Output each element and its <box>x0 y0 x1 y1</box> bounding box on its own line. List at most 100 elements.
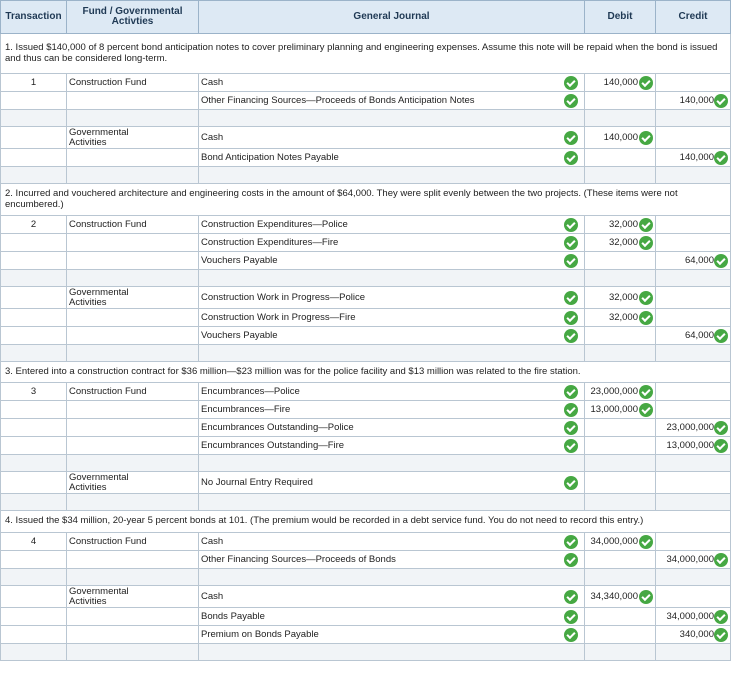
credit-field[interactable] <box>655 287 731 308</box>
account-field[interactable]: Bonds Payable <box>198 608 561 625</box>
journal-table: Transaction Fund / Governmental Activtie… <box>0 0 731 696</box>
cell-d <box>584 455 656 471</box>
credit-field[interactable] <box>655 472 731 493</box>
account-check-icon <box>564 439 578 453</box>
cell-t <box>0 167 67 183</box>
journal-row: 2 Construction Fund Construction Expenditu… <box>0 216 731 234</box>
cell-f <box>66 149 199 166</box>
account-field[interactable]: Cash <box>198 533 561 550</box>
debit-field[interactable] <box>584 419 656 436</box>
credit-field[interactable] <box>655 309 731 326</box>
credit-field[interactable] <box>655 234 731 251</box>
transaction-number <box>0 472 67 493</box>
account-field[interactable]: Cash <box>198 127 561 148</box>
debit-field[interactable] <box>584 437 656 454</box>
account-field[interactable]: Encumbrances—Fire <box>198 401 561 418</box>
account-check-icon <box>564 421 578 435</box>
account-field[interactable]: Cash <box>198 74 561 91</box>
credit-field[interactable] <box>655 533 731 550</box>
account-check-icon <box>564 590 578 604</box>
cell-t <box>0 644 67 660</box>
credit-field[interactable] <box>655 383 731 400</box>
cell-j <box>198 110 585 126</box>
account-field[interactable]: Vouchers Payable <box>198 327 561 344</box>
account-field[interactable]: Construction Work in Progress—Police <box>198 287 561 308</box>
cell-c <box>655 569 731 585</box>
cell-t <box>0 345 67 361</box>
account-check-icon <box>564 610 578 624</box>
fund-label: Construction Fund <box>69 385 147 397</box>
cell-d <box>584 569 656 585</box>
journal-row: Encumbrances Outstanding—Fire 13,000,000 <box>0 437 731 455</box>
journal-row: Other Financing Sources—Proceeds of Bond… <box>0 92 731 110</box>
credit-field[interactable] <box>655 216 731 233</box>
cell-t <box>0 419 67 436</box>
account-field[interactable]: Construction Expenditures—Police <box>198 216 561 233</box>
cell-f <box>66 437 199 454</box>
cell-t <box>0 608 67 625</box>
debit-field[interactable] <box>584 149 656 166</box>
account-field[interactable]: Encumbrances—Police <box>198 383 561 400</box>
account-check-icon <box>564 628 578 642</box>
debit-field[interactable] <box>584 472 656 493</box>
account-field[interactable]: Premium on Bonds Payable <box>198 626 561 643</box>
account-check-icon <box>564 94 578 108</box>
account-check-icon <box>564 236 578 250</box>
account-check-icon <box>564 476 578 490</box>
journal-row: Encumbrances—Fire 13,000,000 <box>0 401 731 419</box>
account-field[interactable]: Vouchers Payable <box>198 252 561 269</box>
debit-check-icon <box>639 291 653 305</box>
journal-row <box>0 569 731 586</box>
cell-f <box>66 92 199 109</box>
cell-d <box>584 494 656 510</box>
transaction-number: 2 <box>30 218 37 230</box>
cell-t <box>0 494 67 510</box>
account-field[interactable]: Construction Work in Progress—Fire <box>198 309 561 326</box>
journal-row: Governmental Activities Cash 140,000 <box>0 127 731 149</box>
account-field[interactable]: No Journal Entry Required <box>198 472 561 493</box>
account-field[interactable]: Construction Expenditures—Fire <box>198 234 561 251</box>
credit-field[interactable] <box>655 401 731 418</box>
cell-j <box>198 167 585 183</box>
header-credit: Credit <box>655 0 731 34</box>
item-description: 3. Entered into a construction contract … <box>0 362 731 383</box>
transaction-number: 3 <box>30 385 37 397</box>
cell-t <box>0 455 67 471</box>
journal-row: Governmental Activities No Journal Entry … <box>0 472 731 494</box>
cell-t <box>0 92 67 109</box>
debit-field[interactable] <box>584 92 656 109</box>
cell-f <box>66 327 199 344</box>
cell-t <box>0 110 67 126</box>
debit-field[interactable] <box>584 327 656 344</box>
fund-label: Construction Fund <box>69 218 147 230</box>
debit-field[interactable] <box>584 626 656 643</box>
debit-field[interactable] <box>584 608 656 625</box>
cell-t <box>0 149 67 166</box>
fund-label: Governmental Activities <box>69 471 129 493</box>
cell-f <box>66 626 199 643</box>
account-field[interactable]: Bond Anticipation Notes Payable <box>198 149 561 166</box>
credit-field[interactable] <box>655 586 731 607</box>
account-field[interactable]: Encumbrances Outstanding—Fire <box>198 437 561 454</box>
cell-c <box>655 167 731 183</box>
account-field[interactable]: Other Financing Sources—Proceeds of Bond… <box>198 92 561 109</box>
account-check-icon <box>564 311 578 325</box>
cell-f <box>66 234 199 251</box>
credit-field[interactable] <box>655 127 731 148</box>
account-field[interactable]: Encumbrances Outstanding—Police <box>198 419 561 436</box>
cell-f <box>66 419 199 436</box>
cell-t <box>0 401 67 418</box>
journal-row <box>0 110 731 127</box>
account-check-icon <box>564 385 578 399</box>
debit-field[interactable] <box>584 252 656 269</box>
account-field[interactable]: Other Financing Sources—Proceeds of Bond… <box>198 551 561 568</box>
cell-j <box>198 569 585 585</box>
cell-t <box>0 626 67 643</box>
debit-check-icon <box>639 76 653 90</box>
journal-row <box>0 345 731 362</box>
item-description: 2. Incurred and vouchered architecture a… <box>0 184 731 216</box>
credit-field[interactable] <box>655 74 731 91</box>
credit-check-icon <box>714 421 728 435</box>
debit-field[interactable] <box>584 551 656 568</box>
account-field[interactable]: Cash <box>198 586 561 607</box>
